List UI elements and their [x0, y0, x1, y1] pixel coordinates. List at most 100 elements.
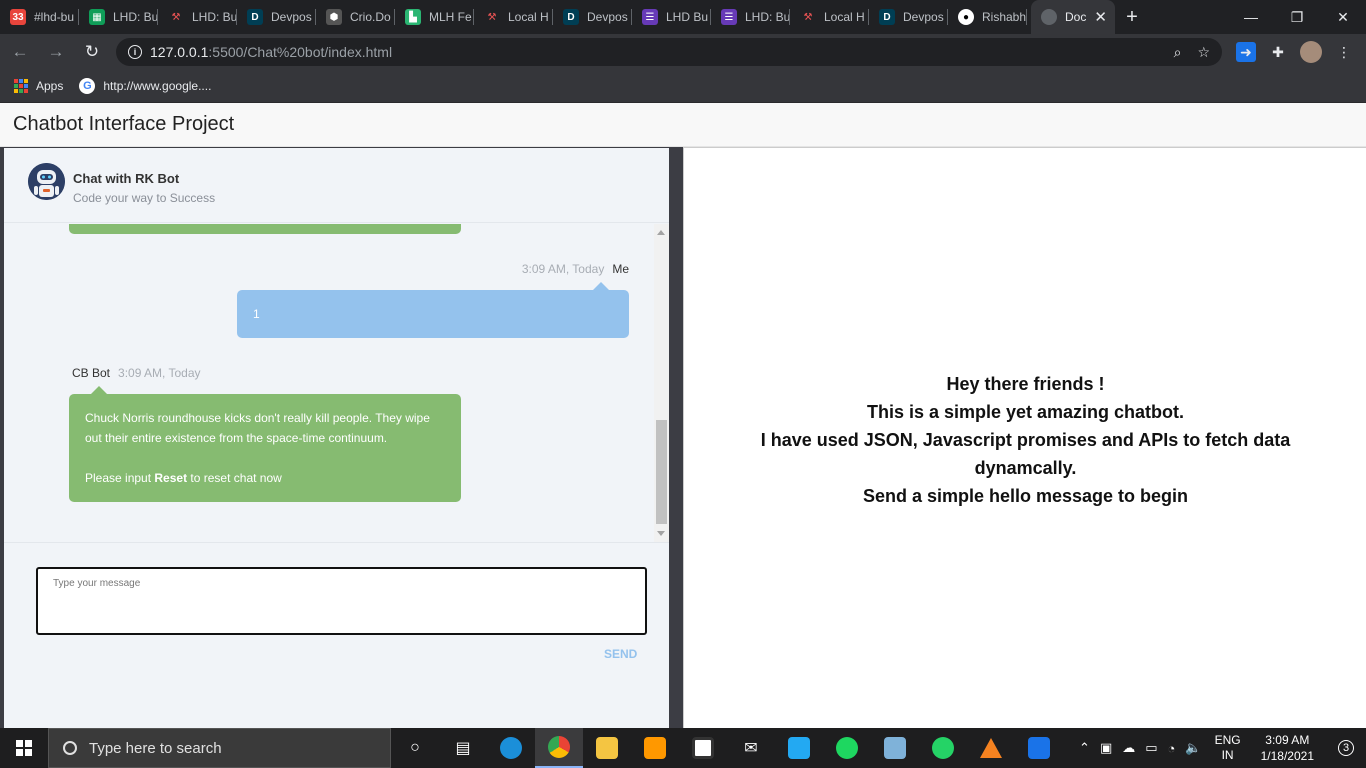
browser-tab[interactable]: ☰ LHD Bu — [632, 0, 711, 34]
prompt-prefix: Please input — [85, 471, 155, 485]
address-bar[interactable]: i 127.0.0.1:5500/Chat%20bot/index.html ⌕… — [116, 38, 1222, 66]
tab-title: LHD: Bu — [113, 10, 158, 24]
battery-icon[interactable]: ▭ — [1140, 740, 1162, 756]
browser-tab[interactable]: ☰ LHD: Bu — [711, 0, 790, 34]
share-icon[interactable] — [1015, 728, 1063, 768]
intro-line: This is a simple yet amazing chatbot. — [866, 402, 1185, 422]
scroll-down-arrow[interactable] — [657, 531, 665, 536]
menu-kebab-icon[interactable]: ⋮ — [1334, 42, 1354, 62]
browser-tab[interactable]: ⚒ LHD: Bu — [158, 0, 237, 34]
language-indicator[interactable]: ENG IN — [1207, 733, 1249, 763]
url-host: 127.0.0.1 — [150, 44, 209, 60]
devpost-icon: D — [879, 9, 895, 25]
volume-icon[interactable]: 🔈 — [1180, 740, 1206, 756]
site-info-icon[interactable]: i — [128, 45, 142, 59]
tab-title: Doc — [1065, 10, 1087, 24]
chrome-icon[interactable] — [535, 728, 583, 768]
chat-history[interactable]: 3:09 AM, Today Me 1 CB Bot 3:09 AM, Today … — [4, 224, 669, 542]
onedrive-icon[interactable]: ☁ — [1117, 740, 1140, 756]
chat-header: Chat with RK Bot Code your way to Succes… — [4, 148, 669, 223]
message-meta: 3:09 AM, Today Me — [522, 262, 629, 276]
taskbar-search[interactable]: Type here to search — [48, 728, 391, 768]
browser-tab-active[interactable]: Doc ✕ — [1031, 0, 1115, 34]
taskbar-clock[interactable]: 3:09 AM 1/18/2021 — [1249, 732, 1326, 764]
sheets-icon: ▦ — [89, 9, 105, 25]
browser-tab[interactable]: D Devpos — [869, 0, 948, 34]
store-icon[interactable] — [679, 728, 727, 768]
google-icon: G — [79, 78, 96, 94]
bot-message-bubble: Chuck Norris roundhouse kicks don't real… — [69, 386, 461, 502]
browser-tab[interactable]: D Devpos — [237, 0, 316, 34]
scroll-up-arrow[interactable] — [657, 230, 665, 235]
bookmark-star-icon[interactable]: ☆ — [1197, 44, 1210, 61]
back-button[interactable]: ← — [4, 36, 36, 68]
bot-avatar — [28, 163, 65, 200]
prompt-keyword: Reset — [154, 471, 188, 485]
browser-tab[interactable]: ⚒ Local H — [474, 0, 553, 34]
browser-tab[interactable]: 33 #lhd-bu — [0, 0, 79, 34]
tab-title: Devpos — [587, 10, 628, 24]
apps-icon — [14, 79, 28, 93]
clock-time: 3:09 AM — [1265, 733, 1310, 747]
notepad-icon[interactable] — [871, 728, 919, 768]
browser-tab[interactable]: ⬢ Crio.Do — [316, 0, 395, 34]
vscode-icon[interactable] — [775, 728, 823, 768]
forms-icon: ☰ — [721, 9, 737, 25]
profile-avatar[interactable] — [1300, 41, 1322, 63]
tools-icon: ⚒ — [487, 11, 497, 23]
chat-scrollbar[interactable] — [654, 224, 669, 542]
chat-panel: Chat with RK Bot Code your way to Succes… — [0, 147, 683, 728]
tab-title: Devpos — [903, 10, 944, 24]
browser-tab[interactable]: ● Rishabh — [948, 0, 1027, 34]
mlh-icon: ▙ — [405, 9, 421, 25]
zoom-icon[interactable]: ⌕ — [1174, 44, 1182, 61]
file-explorer-icon[interactable] — [583, 728, 631, 768]
notification-center-icon[interactable]: 3 — [1326, 740, 1366, 756]
message-text: 1 — [253, 307, 260, 321]
web-page: Chatbot Interface Project Chat with RK B… — [0, 103, 1366, 728]
message-input[interactable] — [36, 567, 647, 635]
restore-button[interactable]: ❐ — [1274, 0, 1320, 34]
reload-button[interactable]: ↻ — [76, 36, 108, 68]
tab-title: MLH Fe — [429, 10, 472, 24]
calendar-icon: 33 — [10, 9, 26, 25]
windows-taskbar: Type here to search ○ ▤ ✉ ⌃ ▣ ☁ ▭ ◔ 🔈 EN… — [0, 728, 1366, 768]
search-icon — [63, 741, 77, 755]
wifi-icon[interactable]: ◔ — [1163, 741, 1181, 756]
start-button[interactable] — [0, 728, 48, 768]
tools-icon: ⚒ — [171, 11, 181, 23]
bookmarks-bar: Apps G http://www.google.... — [0, 70, 1366, 103]
task-view-icon[interactable]: ○ — [391, 728, 439, 768]
browser-tab[interactable]: D Devpos — [553, 0, 632, 34]
whatsapp-icon[interactable] — [919, 728, 967, 768]
lang-bottom: IN — [1221, 748, 1234, 762]
mail-icon[interactable]: ✉ — [727, 728, 775, 768]
vlc-icon[interactable] — [967, 728, 1015, 768]
edge-icon[interactable] — [487, 728, 535, 768]
new-tab-button[interactable]: + — [1115, 0, 1149, 34]
browser-tab-strip: 33 #lhd-bu ▦ LHD: Bu ⚒ LHD: Bu D Devpos ⬢ Cri… — [0, 0, 1366, 34]
forward-button[interactable]: → — [40, 36, 72, 68]
message-text: Chuck Norris roundhouse kicks don't real… — [85, 411, 430, 445]
extension-share-icon[interactable]: ➜ — [1236, 42, 1256, 62]
tab-title: Rishabh — [982, 10, 1027, 24]
close-window-button[interactable]: ✕ — [1320, 0, 1366, 34]
timeline-icon[interactable]: ▤ — [439, 728, 487, 768]
bookmark-google[interactable]: G http://www.google.... — [79, 78, 211, 94]
close-tab-icon[interactable]: ✕ — [1094, 8, 1107, 26]
send-button[interactable]: SEND — [604, 647, 637, 661]
bookmark-apps[interactable]: Apps — [14, 79, 63, 93]
search-placeholder: Type here to search — [89, 739, 222, 757]
spotify-icon[interactable] — [823, 728, 871, 768]
scroll-thumb[interactable] — [656, 420, 667, 524]
browser-tab[interactable]: ⚒ Local H — [790, 0, 869, 34]
meet-now-icon[interactable]: ▣ — [1095, 740, 1117, 756]
bot-tagline: Code your way to Success — [73, 191, 216, 205]
browser-tab[interactable]: ▙ MLH Fe — [395, 0, 474, 34]
browser-toolbar: ← → ↻ i 127.0.0.1:5500/Chat%20bot/index.… — [0, 34, 1366, 70]
sublime-icon[interactable] — [631, 728, 679, 768]
extensions-puzzle-icon[interactable]: ✚ — [1268, 42, 1288, 62]
browser-tab[interactable]: ▦ LHD: Bu — [79, 0, 158, 34]
minimize-button[interactable]: — — [1228, 0, 1274, 34]
show-hidden-icons-icon[interactable]: ⌃ — [1074, 740, 1095, 756]
